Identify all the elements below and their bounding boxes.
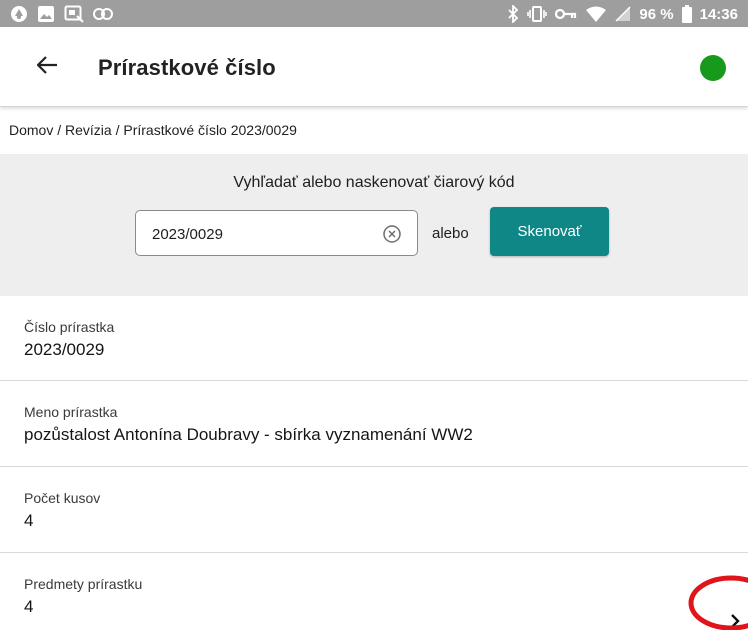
field-value: 2023/0029 (24, 340, 105, 359)
field-value: pozůstalost Antonína Doubravy - sbírka v… (24, 425, 473, 444)
arrow-left-icon (36, 55, 58, 80)
battery-icon (681, 5, 692, 23)
app-icon (10, 5, 28, 23)
clear-circle-icon (382, 225, 402, 248)
field-accession-number: Číslo prírastka 2023/0029 (0, 296, 748, 381)
back-button[interactable] (30, 53, 64, 81)
search-label: Vyhľadať alebo naskenovať čiarový kód (233, 174, 515, 191)
or-label: alebo (432, 225, 469, 242)
search-input[interactable] (152, 223, 372, 245)
status-bar-notifications (10, 4, 113, 24)
vpn-key-icon (555, 8, 577, 20)
field-item-count: Počet kusov 4 (0, 467, 748, 553)
field-label: Číslo prírastka (24, 319, 115, 335)
field-accession-items[interactable]: Predmety prírastku 4 (0, 553, 748, 637)
field-label: Predmety prírastku (24, 576, 143, 592)
search-panel: Vyhľadať alebo naskenovať čiarový kód al… (0, 154, 748, 296)
wifi-icon (585, 6, 607, 22)
field-label: Počet kusov (24, 490, 101, 506)
field-value: 4 (24, 597, 34, 616)
status-bar: 96 % 14:36 (0, 0, 748, 27)
bluetooth-icon (507, 5, 519, 23)
no-signal-icon (615, 6, 631, 22)
connection-status-indicator (700, 55, 726, 81)
breadcrumb: Domov / Revízia / Prírastkové číslo 2023… (9, 122, 297, 138)
screenshot-icon (64, 5, 84, 23)
status-bar-system: 96 % 14:36 (507, 4, 738, 24)
app-bar: Prírastkové číslo (0, 27, 748, 107)
field-label: Meno prírastka (24, 404, 118, 420)
page-title: Prírastkové číslo (98, 55, 276, 80)
field-value: 4 (24, 511, 34, 530)
vibrate-icon (527, 5, 548, 23)
search-box[interactable] (135, 210, 418, 256)
image-icon (37, 5, 55, 23)
field-accession-name: Meno prírastka pozůstalost Antonína Doub… (0, 381, 748, 467)
link-icon (93, 8, 113, 20)
scan-button[interactable]: Skenovať (490, 207, 609, 256)
highlight-annotation (688, 575, 748, 630)
clear-search-button[interactable] (382, 224, 402, 244)
clock: 14:36 (699, 5, 738, 23)
battery-percent: 96 % (639, 5, 674, 23)
